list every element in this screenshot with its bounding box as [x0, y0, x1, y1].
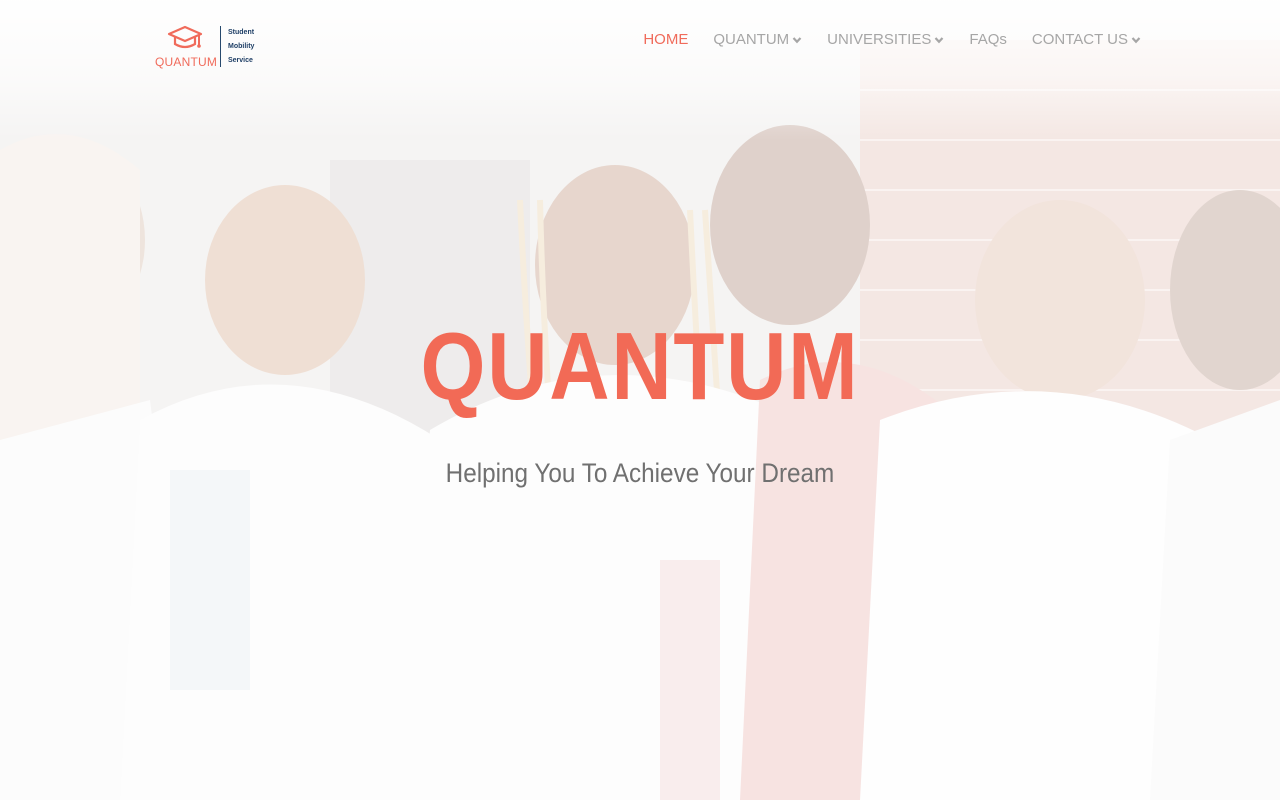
chevron-down-icon: [1131, 36, 1141, 43]
site-logo[interactable]: QUANTUM Student Mobility Service: [155, 24, 265, 70]
logo-tagline: Student Mobility Service: [228, 26, 254, 68]
nav-item-label: CONTACT US: [1031, 31, 1128, 48]
logo-tagline-line: Service: [228, 57, 253, 64]
nav-item-label: UNIVERSITIES: [827, 31, 932, 48]
nav-item-label: HOME: [643, 31, 689, 48]
chevron-down-icon: [792, 36, 802, 43]
hero-subtitle: Helping You To Achieve Your Dream: [445, 458, 835, 488]
graduation-cap-icon: [167, 25, 203, 49]
nav-item-label: QUANTUM: [713, 31, 790, 48]
logo-tagline-line: Student: [228, 29, 255, 36]
nav-item-home[interactable]: HOME: [643, 31, 688, 48]
logo-divider: [220, 26, 221, 67]
chevron-down-icon: [935, 36, 944, 43]
nav-item-faqs[interactable]: FAQs: [969, 31, 1007, 48]
nav-item-quantum[interactable]: QUANTUM: [713, 31, 802, 48]
site-header: QUANTUM Student Mobility Service HOME QU…: [0, 0, 1280, 82]
nav-item-label: FAQs: [969, 31, 1007, 48]
nav-item-universities[interactable]: UNIVERSITIES: [827, 31, 944, 48]
logo-wordmark: QUANTUM: [155, 55, 218, 69]
logo-tagline-line: Mobility: [228, 43, 255, 50]
main-nav: HOME QUANTUM UNIVERSITIES FAQs CONTACT U…: [643, 31, 1141, 48]
nav-item-contact-us[interactable]: CONTACT US: [1032, 31, 1141, 48]
hero-title: QUANTUM: [420, 313, 860, 420]
